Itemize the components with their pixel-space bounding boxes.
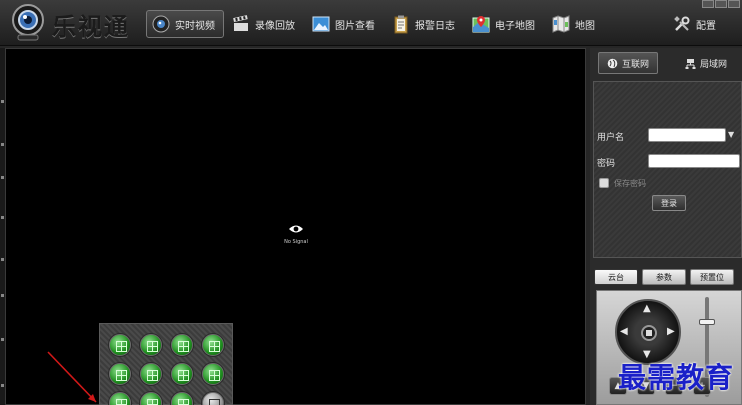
tab-internet-label: 互联网 [621,59,649,70]
nav-item-label: 实时视频 [175,20,215,32]
network-tabs: 互联网 局域网 [590,50,742,76]
remember-password-label: 保存密码 [614,179,646,188]
config-button[interactable]: 配置 [672,10,716,38]
nav-item-label: 图片查看 [335,20,375,32]
globe-icon [607,58,618,68]
tab-params[interactable]: 参数 [642,269,686,285]
layout-2-icon[interactable] [140,392,162,405]
tab-ptz[interactable]: 云台 [594,269,638,285]
layout-6-icon[interactable] [171,334,193,356]
nav-item-picture-view[interactable]: 图片查看 [306,10,384,38]
password-field[interactable] [648,154,740,168]
layout-8-icon[interactable] [109,363,131,385]
ptz-slider-knob[interactable] [699,319,715,325]
username-combobox[interactable] [648,128,726,142]
webcam-icon [152,15,170,33]
ptz-left-icon[interactable]: ◀ [620,326,628,337]
lan-icon [685,58,696,69]
nav-item-label: 报警日志 [415,20,455,32]
tab-internet[interactable]: 互联网 [598,52,658,74]
layout-13-icon[interactable] [140,363,162,385]
layout-3-icon[interactable] [109,392,131,405]
remember-password-checkbox[interactable] [599,178,609,188]
right-panel: 互联网 局域网 用户名 ▼ 密码 保存密码 登录 云台 参数 预置位 ▲ ▼ ◀… [590,48,742,405]
config-label: 配置 [696,20,716,32]
tools-icon [674,16,690,31]
username-label: 用户名 [597,133,625,143]
nav-item-label: 录像回放 [255,20,295,32]
minimize-button[interactable] [702,0,714,8]
camera-icon[interactable] [202,392,224,405]
nav-item-playback[interactable]: 录像回放 [226,10,304,38]
layout-1-icon[interactable] [109,334,131,356]
nav-item-label: 电子地图 [495,20,535,32]
top-toolbar: 乐视通 实时视频 录像回放 图片查看 报警日志 电子地图 地图 配置 [0,0,742,46]
nav-item-live-video[interactable]: 实时视频 [146,10,224,38]
nav-item-label: 地图 [575,20,595,32]
tab-lan[interactable]: 局域网 [676,52,736,74]
window-controls [701,0,740,8]
film-icon [233,15,248,31]
map-pin-icon [472,16,490,33]
layout-25-icon[interactable] [202,363,224,385]
login-form: 用户名 ▼ 密码 保存密码 登录 [593,81,742,258]
layout-selector-panel [99,323,233,405]
app-window: 乐视通 实时视频 录像回放 图片查看 报警日志 电子地图 地图 配置 No Si… [0,0,742,405]
no-signal-text: No Signal [284,239,308,245]
layout-4-icon[interactable] [140,334,162,356]
annotation-arrow-icon [47,351,97,403]
watermark: 最需教育 [618,361,735,394]
app-title: 乐视通 [52,13,130,41]
webcam-logo-icon [12,4,44,41]
tab-lan-label: 局域网 [699,59,727,70]
ptz-up-icon[interactable]: ▲ [643,303,651,314]
maximize-button[interactable] [715,0,727,8]
ptz-right-icon[interactable]: ▶ [667,326,675,337]
ptz-center-button[interactable] [641,325,657,341]
main-nav: 实时视频 录像回放 图片查看 报警日志 电子地图 地图 [146,10,606,38]
no-signal-indicator: No Signal [276,219,316,245]
layout-16-icon[interactable] [171,363,193,385]
picture-icon [312,16,330,32]
chevron-down-icon[interactable]: ▼ [728,128,738,142]
close-button[interactable] [728,0,740,8]
nav-item-map[interactable]: 地图 [546,10,604,38]
nav-item-e-map[interactable]: 电子地图 [466,10,544,38]
password-label: 密码 [597,159,616,169]
layout-12-icon[interactable] [171,392,193,405]
layout-9-icon[interactable] [202,334,224,356]
login-button[interactable]: 登录 [652,195,686,211]
tab-presets[interactable]: 预置位 [690,269,734,285]
map-icon [552,15,570,33]
nav-item-alarm-log[interactable]: 报警日志 [386,10,464,38]
ptz-tabs: 云台 参数 预置位 [594,269,742,289]
clipboard-icon [394,15,408,34]
eye-icon [289,225,303,233]
